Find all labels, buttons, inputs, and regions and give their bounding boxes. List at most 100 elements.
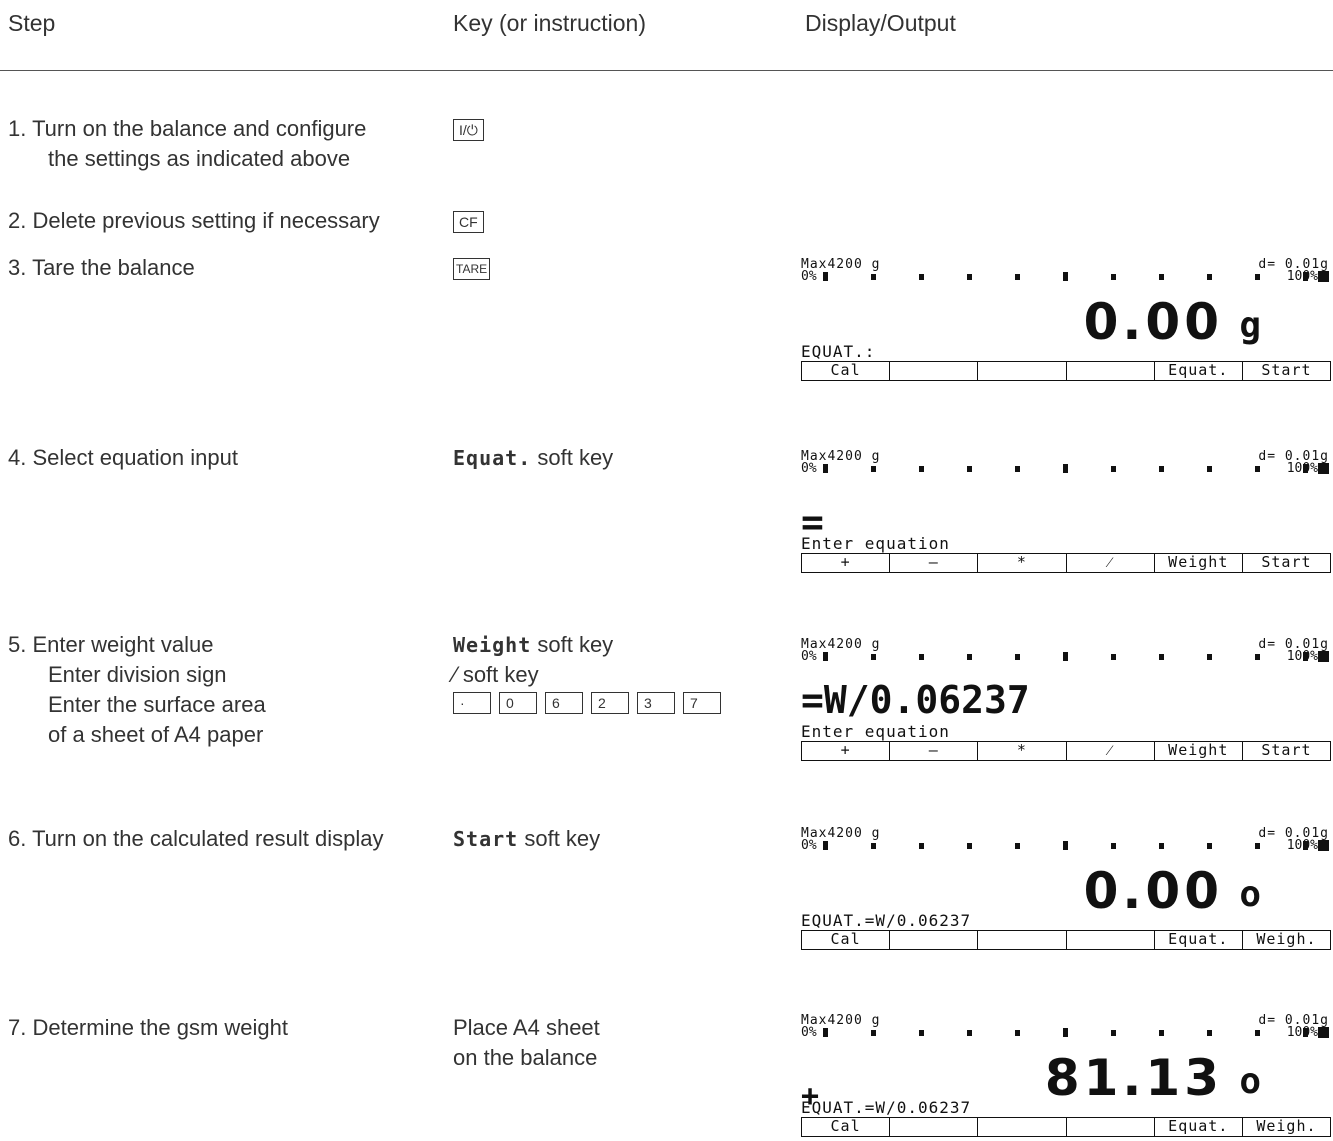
bar-graph xyxy=(823,1028,1308,1040)
step-text: 2. Delete previous setting if necessary xyxy=(8,208,380,233)
bar-graph-tick xyxy=(1303,272,1308,281)
instruction-text: on the balance xyxy=(453,1045,598,1070)
zero-percent: 0% xyxy=(801,838,817,853)
stability-icon xyxy=(1318,840,1329,851)
bar-graph-tick xyxy=(1111,1030,1116,1036)
equation-input: =W/0.06237 xyxy=(801,678,1030,722)
softkey-1[interactable]: Cal xyxy=(802,1118,891,1136)
bar-graph-tick xyxy=(1207,843,1212,849)
header-display: Display/Output xyxy=(805,10,956,36)
display-4: Max4200 g 0% d= 0.01g 100% 0.00 o EQUAT.… xyxy=(801,827,1333,952)
softkey-6[interactable]: Start xyxy=(1243,554,1330,572)
softkey-5[interactable]: Weight xyxy=(1155,554,1243,572)
step-2: 2. Delete previous setting if necessary xyxy=(8,206,380,236)
power-key[interactable]: I/⏻ xyxy=(453,119,484,142)
softkey-6[interactable]: Start xyxy=(1243,362,1330,380)
softkey-2[interactable] xyxy=(890,1118,979,1136)
softkey-2[interactable]: – xyxy=(890,554,979,572)
bar-graph-tick xyxy=(1207,1030,1212,1036)
step-text: of a sheet of A4 paper xyxy=(48,722,264,747)
result-unit: o xyxy=(1239,1061,1261,1102)
bar-graph xyxy=(823,272,1308,284)
bar-graph-tick xyxy=(1303,1028,1308,1037)
bar-graph-tick xyxy=(823,464,828,473)
softkey-3[interactable] xyxy=(978,1118,1067,1136)
softkey-2[interactable] xyxy=(890,931,979,949)
bar-graph-tick xyxy=(1063,464,1068,473)
softkey-3[interactable]: * xyxy=(978,554,1067,572)
header-step: Step xyxy=(8,10,56,36)
softkey-text: soft key xyxy=(537,445,614,470)
softkey-4[interactable] xyxy=(1067,1118,1155,1136)
display-3: Max4200 g 0% d= 0.01g 100% =W/0.06237 En… xyxy=(801,638,1333,763)
display-5: Max4200 g 0% d= 0.01g 100% + 81.13 o EQU… xyxy=(801,1014,1333,1139)
bar-graph-tick xyxy=(1255,466,1260,472)
softkey-2[interactable] xyxy=(890,362,979,380)
bar-graph-tick xyxy=(871,843,876,849)
bar-graph-tick xyxy=(919,843,924,849)
step-text: 6. Turn on the calculated result display xyxy=(8,826,384,851)
zero-percent: 0% xyxy=(801,1025,817,1040)
zero-percent: 0% xyxy=(801,649,817,664)
status-line: EQUAT.=W/0.06237 xyxy=(801,911,972,930)
bar-graph-tick xyxy=(823,841,828,850)
bar-graph-tick xyxy=(1111,843,1116,849)
step-text: 3. Tare the balance xyxy=(8,255,195,280)
softkey-bar: + – * ⁄ Weight Start xyxy=(801,741,1331,761)
tare-key[interactable]: TARE xyxy=(453,258,491,281)
bar-graph-tick xyxy=(919,274,924,280)
softkey-1[interactable]: Cal xyxy=(802,931,891,949)
digit-key-2[interactable]: 2 xyxy=(591,692,629,714)
softkey-5[interactable]: Equat. xyxy=(1155,1118,1243,1136)
display-1: Max4200 g 0% d= 0.01g 100% 0.00 g EQUAT.… xyxy=(801,258,1333,383)
bar-graph-tick xyxy=(1159,274,1164,280)
weight-softkey-label[interactable]: Weight xyxy=(453,633,531,657)
softkey-5[interactable]: Equat. xyxy=(1155,931,1243,949)
decimal-key[interactable]: · xyxy=(453,692,491,714)
zero-percent: 0% xyxy=(801,461,817,476)
digit-key-6[interactable]: 6 xyxy=(545,692,583,714)
softkey-2[interactable]: – xyxy=(890,742,979,760)
bar-graph-tick xyxy=(823,652,828,661)
softkey-1[interactable]: + xyxy=(802,742,891,760)
softkey-6[interactable]: Weigh. xyxy=(1243,931,1330,949)
softkey-4[interactable] xyxy=(1067,931,1155,949)
bar-graph-tick xyxy=(1255,654,1260,660)
softkey-6[interactable]: Start xyxy=(1243,742,1330,760)
softkey-3[interactable] xyxy=(978,362,1067,380)
stability-icon xyxy=(1318,463,1329,474)
softkey-text: soft key xyxy=(537,632,614,657)
step-text: Enter division sign xyxy=(48,662,227,687)
digit-key-3[interactable]: 3 xyxy=(637,692,675,714)
bar-graph-tick xyxy=(1303,841,1308,850)
softkey-3[interactable] xyxy=(978,931,1067,949)
digit-key-0[interactable]: 0 xyxy=(499,692,537,714)
step-3-key: TARE xyxy=(453,253,491,283)
step-1: 1. Turn on the balance and configure the… xyxy=(8,114,366,174)
softkey-1[interactable]: + xyxy=(802,554,891,572)
divide-softkey-label[interactable]: ⁄ xyxy=(453,662,457,687)
cf-key[interactable]: CF xyxy=(453,211,484,234)
softkey-3[interactable]: * xyxy=(978,742,1067,760)
bar-graph-tick xyxy=(1303,464,1308,473)
zero-percent: 0% xyxy=(801,269,817,284)
bar-graph-tick xyxy=(1207,654,1212,660)
stability-icon xyxy=(1318,1027,1329,1038)
softkey-4[interactable]: ⁄ xyxy=(1067,554,1155,572)
softkey-1[interactable]: Cal xyxy=(802,362,891,380)
equat-softkey-label[interactable]: Equat. xyxy=(453,446,531,470)
status-line: EQUAT.: xyxy=(801,342,876,361)
stability-icon xyxy=(1318,651,1329,662)
softkey-6[interactable]: Weigh. xyxy=(1243,1118,1330,1136)
bar-graph-tick xyxy=(1255,1030,1260,1036)
step-text: Enter the surface area xyxy=(48,692,266,717)
softkey-4[interactable] xyxy=(1067,362,1155,380)
softkey-5[interactable]: Weight xyxy=(1155,742,1243,760)
start-softkey-label[interactable]: Start xyxy=(453,827,518,851)
result-value: 0.00 xyxy=(1083,862,1223,920)
bar-graph-tick xyxy=(1207,274,1212,280)
digit-key-7[interactable]: 7 xyxy=(683,692,721,714)
softkey-4[interactable]: ⁄ xyxy=(1067,742,1155,760)
bar-graph-tick xyxy=(1111,654,1116,660)
softkey-5[interactable]: Equat. xyxy=(1155,362,1243,380)
